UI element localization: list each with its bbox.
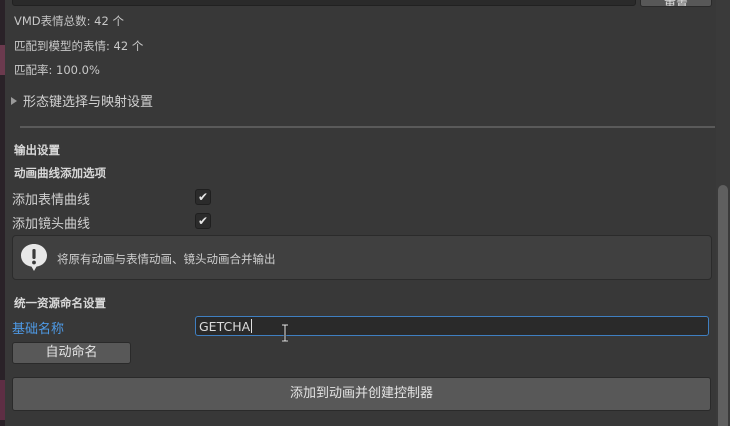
naming-settings-title: 统一资源命名设置 — [14, 296, 106, 310]
add-camera-curve-label: 添加镜头曲线 — [12, 217, 91, 232]
blendshape-mapping-foldout[interactable]: 形态键选择与映射设置 — [11, 91, 153, 110]
inspector-panel: 重置 VMD表情总数: 42 个 匹配到模型的表情: 42 个 匹配率: 100… — [0, 0, 730, 426]
foldout-label: 形态键选择与映射设置 — [23, 95, 154, 110]
scene-edge-accent — [0, 45, 5, 75]
vertical-scrollbar[interactable] — [716, 0, 730, 426]
scrollbar-thumb[interactable] — [718, 185, 728, 426]
foldout-arrow-icon — [11, 96, 17, 105]
info-helpbox: 将原有动画与表情动画、镜头动画合并输出 — [12, 235, 712, 280]
base-name-value: GETCHA — [199, 319, 251, 334]
scene-edge-accent — [0, 380, 5, 420]
text-cursor-icon — [282, 324, 288, 342]
base-name-label: 基础名称 — [12, 322, 65, 337]
vmd-total-count: VMD表情总数: 42 个 — [14, 14, 124, 28]
file-path-field[interactable] — [12, 0, 636, 6]
add-to-animation-create-controller-button[interactable]: 添加到动画并创建控制器 — [12, 377, 711, 411]
add-camera-curve-checkbox[interactable]: ✔ — [195, 213, 211, 229]
add-expression-curve-label: 添加表情曲线 — [12, 193, 91, 208]
curve-options-title: 动画曲线添加选项 — [14, 166, 106, 180]
base-name-input[interactable]: GETCHA — [195, 316, 709, 336]
auto-name-button[interactable]: 自动命名 — [12, 342, 131, 364]
scene-edge-strip — [0, 0, 5, 426]
info-icon — [21, 244, 47, 271]
text-caret — [251, 319, 253, 333]
reset-button[interactable]: 重置 — [640, 0, 712, 7]
info-message: 将原有动画与表情动画、镜头动画合并输出 — [57, 252, 276, 266]
output-settings-title: 输出设置 — [14, 143, 60, 157]
matched-count: 匹配到模型的表情: 42 个 — [14, 39, 144, 53]
section-divider — [20, 126, 715, 128]
add-expression-curve-checkbox[interactable]: ✔ — [195, 189, 211, 205]
match-rate: 匹配率: 100.0% — [14, 63, 100, 77]
